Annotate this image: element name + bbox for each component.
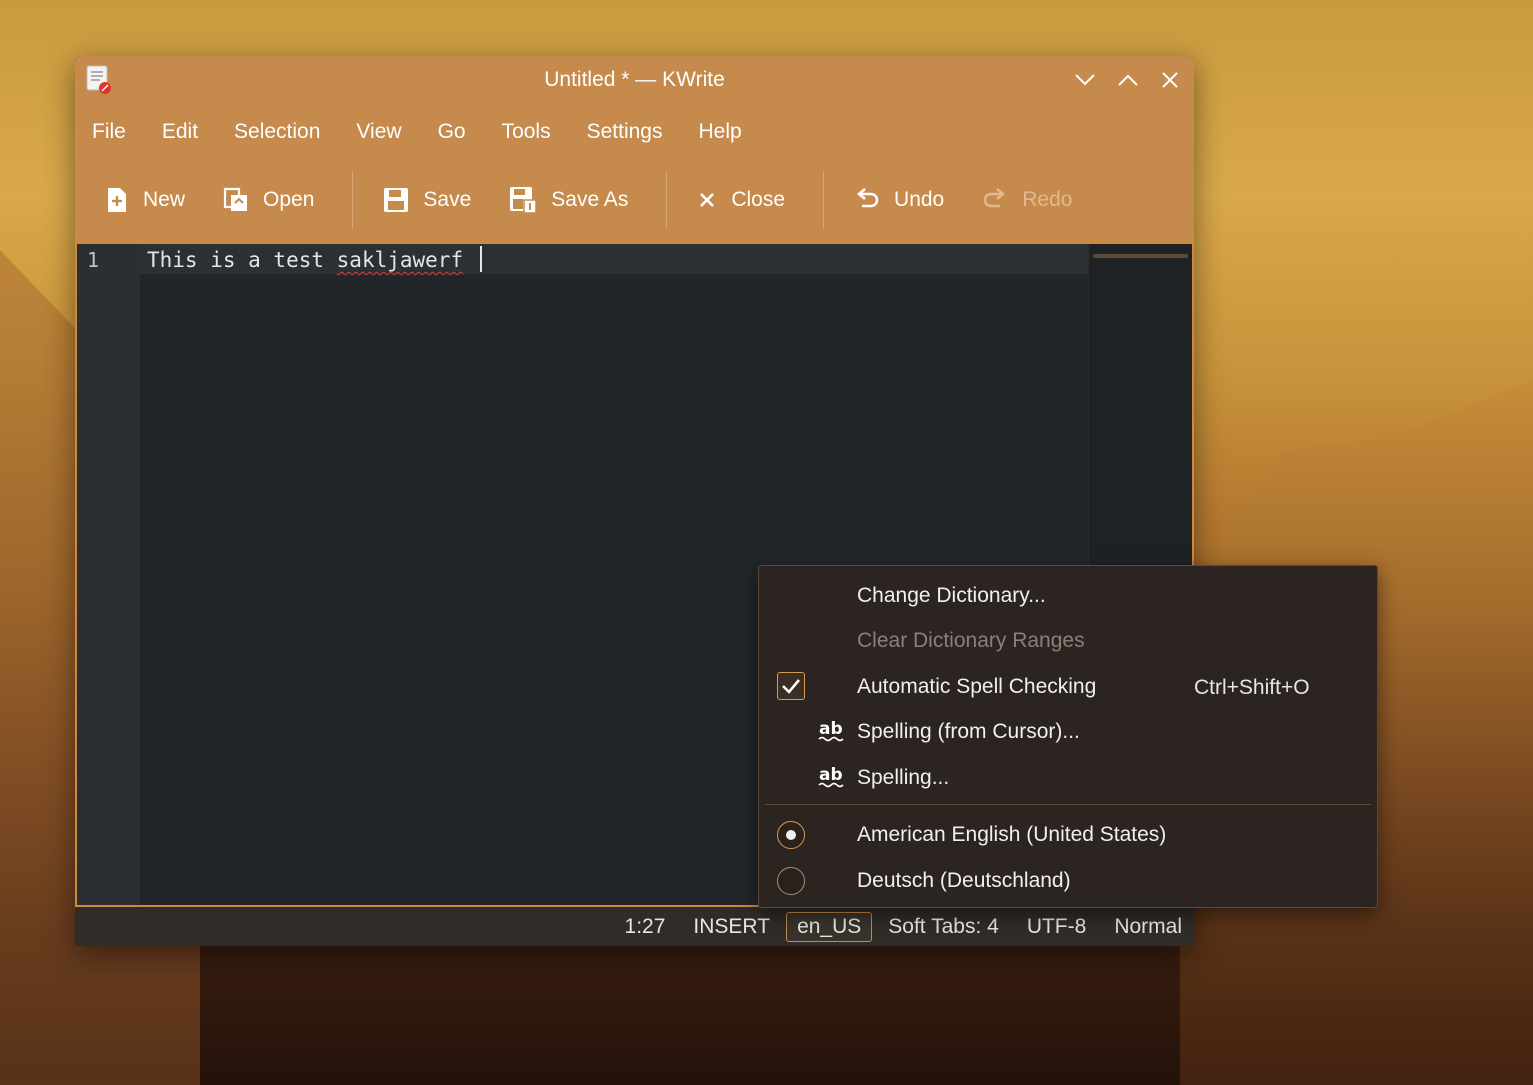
menu-item-spelling[interactable]: Spelling... [857, 763, 949, 793]
checkmark-icon [777, 672, 805, 700]
radio-selected-icon [777, 821, 805, 849]
toolbar-separator [823, 171, 825, 229]
menu-item-clear-dictionary-ranges: Clear Dictionary Ranges [857, 629, 1085, 652]
open-folder-icon [223, 187, 248, 211]
save-as-icon [510, 187, 538, 214]
input-mode[interactable]: INSERT [693, 915, 770, 939]
close-window-icon[interactable] [1158, 68, 1182, 92]
menu-item-automatic-spell-checking[interactable]: Automatic Spell Checking [857, 672, 1096, 702]
menu-edit[interactable]: Edit [162, 120, 198, 144]
minimap-viewport[interactable] [1093, 254, 1188, 258]
spellcheck-icon: ab [817, 763, 847, 793]
indent-setting[interactable]: Soft Tabs: 4 [888, 915, 999, 939]
save-as-button[interactable]: Save As [509, 186, 628, 214]
svg-text:ab: ab [819, 719, 843, 739]
window-title: Untitled * — KWrite [544, 68, 725, 91]
toolbar-separator [352, 171, 354, 229]
save-icon [384, 188, 409, 212]
menu-go[interactable]: Go [438, 120, 466, 144]
undo-button[interactable]: Undo [854, 188, 944, 212]
menu-file[interactable]: File [92, 120, 126, 144]
auto-spell-checkbox[interactable] [776, 671, 806, 701]
text-cursor [479, 246, 482, 272]
statusbar: 1:27 INSERT en_US Soft Tabs: 4 UTF-8 Nor… [75, 907, 1194, 946]
menu-separator [765, 804, 1371, 805]
new-document-icon [108, 188, 126, 212]
radio-american-english[interactable] [776, 820, 806, 850]
editor-text-line[interactable]: This is a test sakljawerf [147, 246, 482, 272]
menu-selection[interactable]: Selection [234, 120, 320, 144]
menu-help[interactable]: Help [699, 120, 742, 144]
undo-icon [857, 188, 879, 208]
redo-button[interactable]: Redo [982, 188, 1072, 212]
radio-unselected-icon [777, 867, 805, 895]
redo-label: Redo [1022, 188, 1073, 211]
toolbar: New Open Save Save As Close Undo Redo [75, 158, 1194, 242]
close-button[interactable]: Close [697, 188, 785, 212]
dictionary-menu: Change Dictionary... Clear Dictionary Ra… [758, 565, 1378, 908]
minimize-icon[interactable] [1073, 68, 1097, 92]
new-button[interactable]: New [105, 187, 185, 213]
close-icon [700, 193, 715, 207]
save-as-label: Save As [551, 188, 629, 211]
save-label: Save [423, 188, 472, 211]
cursor-position[interactable]: 1:27 [625, 915, 666, 939]
menu-item-deutsch[interactable]: Deutsch (Deutschland) [857, 866, 1071, 896]
text-after [463, 248, 476, 272]
spellcheck-icon: ab [817, 717, 847, 747]
line-number-gutter: 1 [77, 244, 140, 905]
save-button[interactable]: Save [383, 187, 471, 213]
close-label: Close [731, 188, 786, 211]
menu-item-change-dictionary[interactable]: Change Dictionary... [857, 581, 1046, 611]
open-label: Open [263, 188, 315, 211]
window-chrome: Untitled * — KWrite File Edit Selection … [75, 56, 1194, 242]
radio-deutsch[interactable] [776, 866, 806, 896]
menubar: File Edit Selection View Go Tools Settin… [75, 106, 1194, 158]
menu-tools[interactable]: Tools [502, 120, 551, 144]
line-number: 1 [87, 248, 100, 272]
menu-item-american-english[interactable]: American English (United States) [857, 820, 1166, 850]
dictionary-button[interactable]: en_US [786, 911, 873, 942]
toolbar-separator [666, 171, 668, 229]
maximize-icon[interactable] [1116, 68, 1140, 92]
redo-icon [983, 188, 1006, 208]
menu-settings[interactable]: Settings [587, 120, 663, 144]
auto-spell-shortcut: Ctrl+Shift+O [1194, 676, 1310, 699]
titlebar[interactable]: Untitled * — KWrite [75, 56, 1194, 106]
svg-text:ab: ab [819, 765, 843, 785]
text-before: This is a test [147, 248, 337, 272]
undo-label: Undo [894, 188, 945, 211]
menu-view[interactable]: View [356, 120, 401, 144]
view-mode[interactable]: Normal [1114, 915, 1182, 939]
encoding[interactable]: UTF-8 [1027, 915, 1087, 939]
open-button[interactable]: Open [223, 187, 314, 213]
misspelled-word[interactable]: sakljawerf [337, 248, 463, 272]
menu-item-spelling-from-cursor[interactable]: Spelling (from Cursor)... [857, 717, 1080, 747]
new-label: New [143, 188, 186, 211]
